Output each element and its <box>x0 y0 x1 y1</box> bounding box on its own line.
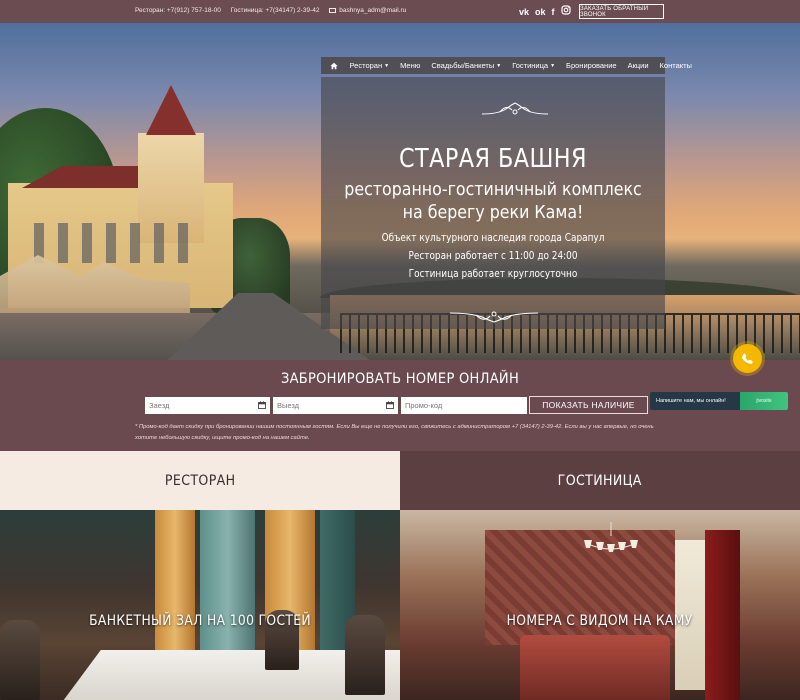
building-image <box>20 223 200 263</box>
tower-image <box>146 85 196 135</box>
checkin-placeholder: Заезд <box>149 401 170 410</box>
chair-image <box>0 620 40 700</box>
nav-item-promotions[interactable]: Акции <box>622 57 654 74</box>
promo-placeholder: Промо-код <box>405 401 443 410</box>
chevron-down-icon: ▼ <box>384 62 390 69</box>
restaurant-hours: Ресторан работает с 11:00 до 24:00 <box>408 250 578 262</box>
nav-label: Свадьбы/Банкеты <box>431 61 495 70</box>
nav-item-restaurant[interactable]: Ресторан ▼ <box>344 57 395 74</box>
nav-item-hotel[interactable]: Гостиница ▼ <box>507 57 561 74</box>
calendar-icon[interactable] <box>386 401 394 409</box>
chevron-down-icon: ▼ <box>496 62 502 69</box>
callback-button[interactable]: ЗАКАЗАТЬ ОБРАТНЫЙ ЗВОНОК <box>579 4 664 19</box>
booking-title: ЗАБРОНИРОВАТЬ НОМЕР ОНЛАЙН <box>280 371 520 387</box>
heritage-text: Объект культурного наследия города Сарап… <box>381 232 605 244</box>
nav-item-weddings[interactable]: Свадьбы/Банкеты ▼ <box>426 57 507 74</box>
home-icon <box>330 62 338 69</box>
nav-label: Контакты <box>659 61 692 70</box>
top-bar: Ресторан: +7(912) 757-18-00 Гостиница: +… <box>0 0 800 23</box>
checkin-field[interactable]: Заезд <box>145 397 270 414</box>
bed-image <box>520 635 670 700</box>
banquet-caption: БАНКЕТНЫЙ ЗАЛ НА 100 ГОСТЕЙ <box>0 613 400 629</box>
curtain-image <box>200 510 255 660</box>
hero-subtitle-line: на берегу реки Кама! <box>402 202 584 223</box>
chandelier-icon <box>584 522 638 552</box>
calendar-icon[interactable] <box>258 401 266 409</box>
nav-item-contacts[interactable]: Контакты <box>654 57 697 74</box>
odnoklassniki-icon[interactable]: ok <box>535 6 546 18</box>
instagram-icon[interactable] <box>560 5 571 18</box>
mail-icon <box>329 8 337 13</box>
chat-label: Напишите нам, мы онлайн! <box>656 398 726 404</box>
facebook-icon[interactable]: f <box>552 6 555 18</box>
nav-label: Акции <box>627 61 649 70</box>
hotel-hours: Гостиница работает круглосуточно <box>408 268 578 280</box>
ornament-icon <box>481 102 549 115</box>
hero-title: СТАРАЯ БАШНЯ <box>398 144 588 174</box>
chat-brand: jivosite <box>740 392 788 410</box>
nav-label: Гостиница <box>512 61 549 70</box>
nav-label: Меню <box>400 61 421 70</box>
banquet-hall-card[interactable]: БАНКЕТНЫЙ ЗАЛ НА 100 ГОСТЕЙ <box>0 510 400 700</box>
tab-restaurant[interactable]: РЕСТОРАН <box>0 451 400 510</box>
ornament-icon <box>449 311 539 323</box>
check-availability-button[interactable]: ПОКАЗАТЬ НАЛИЧИЕ <box>529 396 648 414</box>
tab-label: ГОСТИНИЦА <box>557 472 643 489</box>
nav-home[interactable] <box>321 57 344 74</box>
tab-label: РЕСТОРАН <box>164 472 236 489</box>
caption-text: НОМЕРА С ВИДОМ НА КАМУ <box>507 613 693 629</box>
checkout-field[interactable]: Выезд <box>273 397 398 414</box>
email-link[interactable]: bashnya_adm@mail.ru <box>329 7 414 14</box>
chat-widget[interactable]: Напишите нам, мы онлайн! jivosite <box>650 392 788 410</box>
nav-item-booking[interactable]: Бронирование <box>561 57 623 74</box>
phone-icon <box>742 353 753 364</box>
hero-subtitle-line: ресторанно-гостиничный комплекс <box>344 179 642 200</box>
chevron-down-icon: ▼ <box>550 62 556 69</box>
caption-text: БАНКЕТНЫЙ ЗАЛ НА 100 ГОСТЕЙ <box>89 613 311 629</box>
vk-icon[interactable]: vk <box>519 6 529 18</box>
curtain-image <box>155 510 195 660</box>
nav-label: Ресторан <box>349 61 383 70</box>
social-links: vk ok f <box>519 5 571 18</box>
nav-label: Бронирование <box>566 61 617 70</box>
hotel-phone[interactable]: Гостиница: +7(34147) 2-39-42 <box>231 7 320 14</box>
call-button[interactable] <box>733 344 762 373</box>
checkout-placeholder: Выезд <box>277 401 300 410</box>
contact-info: Ресторан: +7(912) 757-18-00 Гостиница: +… <box>135 7 422 14</box>
hotel-rooms-card[interactable]: НОМЕРА С ВИДОМ НА КАМУ <box>400 510 800 700</box>
restaurant-phone[interactable]: Ресторан: +7(912) 757-18-00 <box>135 7 221 14</box>
hero-subtitle: ресторанно-гостиничный комплекс на берег… <box>342 178 645 224</box>
promo-note: * Промо-код дает скидку при бронировании… <box>135 424 654 441</box>
nav-item-menu[interactable]: Меню <box>395 57 426 74</box>
rooms-caption: НОМЕРА С ВИДОМ НА КАМУ <box>400 613 800 629</box>
main-nav: Ресторан ▼ Меню Свадьбы/Банкеты ▼ Гостиниц… <box>321 57 692 74</box>
email-text: bashnya_adm@mail.ru <box>339 7 407 14</box>
promo-code-input[interactable]: Промо-код <box>401 397 527 414</box>
tab-hotel[interactable]: ГОСТИНИЦА <box>400 451 800 510</box>
